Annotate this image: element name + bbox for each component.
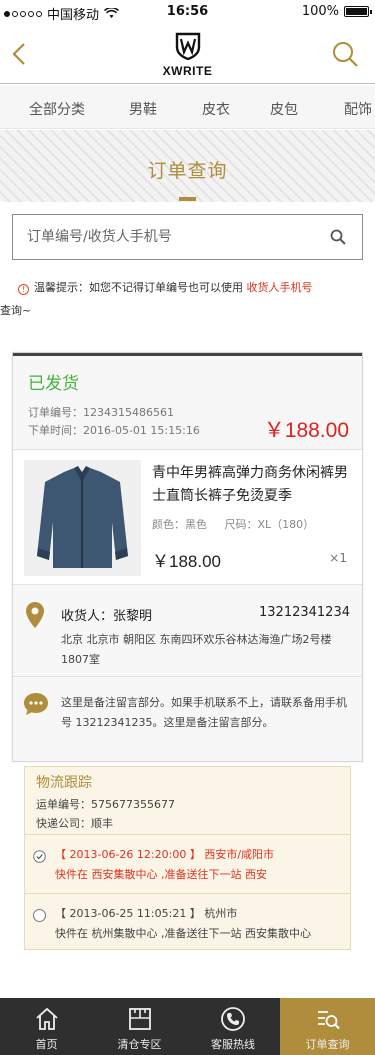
battery-percent: 100% <box>301 4 339 19</box>
shield-logo-icon <box>175 32 200 61</box>
order-search-box <box>12 214 363 260</box>
tab-clearance[interactable]: 清仓专区 <box>93 998 186 1055</box>
logo-text: XWRITE <box>162 64 213 78</box>
category-accessories[interactable]: 配饰 <box>344 99 372 119</box>
check-circle-icon <box>33 850 46 863</box>
step-detail: 快件在 西安集散中心 ,准备送往下一站 西安 <box>55 868 267 881</box>
step-time: 【 2013-06-26 12:20:00 】 西安市/咸阳市 <box>55 848 275 861</box>
category-mens-shoes[interactable]: 男鞋 <box>129 99 157 119</box>
location-icon <box>26 602 44 628</box>
step-time: 【 2013-06-25 11:05:21 】 杭州市 <box>55 907 238 920</box>
category-nav: 全部分类 男鞋 皮衣 皮包 配饰 <box>0 85 375 129</box>
warning-icon: ! <box>18 284 29 295</box>
order-no-label: 订单编号： <box>28 406 83 419</box>
magnifier-icon[interactable] <box>330 229 346 245</box>
product-color: 颜色：黑色 <box>152 518 207 531</box>
order-card: 已发货 订单编号：1234315486561 下单时间：2016-05-01 1… <box>12 352 363 762</box>
order-no: 1234315486561 <box>83 406 174 419</box>
logistics-title: 物流跟踪 <box>36 775 92 791</box>
order-time-label: 下单时间： <box>28 424 83 437</box>
battery-icon <box>344 6 372 17</box>
message-text: 这里是备注留言部分。如果手机联系不上，请联系备用手机号 13212341235。… <box>61 696 347 729</box>
search-icon[interactable] <box>331 40 359 68</box>
product-size: 尺码：XL（180） <box>224 518 315 531</box>
product-spec: 颜色：黑色 尺码：XL（180） <box>152 516 314 532</box>
order-status: 已发货 <box>28 374 79 394</box>
chat-icon <box>24 693 48 715</box>
tab-label: 订单查询 <box>305 1038 350 1051</box>
product-qty: ×1 <box>329 551 347 565</box>
jacket-image <box>24 460 141 576</box>
logistics-info: 运单编号：575677355677 快递公司：顺丰 <box>36 795 175 833</box>
order-meta: 订单编号：1234315486561 下单时间：2016-05-01 15:15… <box>28 404 200 440</box>
receiver-name: 收货人：张黎明 <box>61 609 153 624</box>
tab-label: 客服热线 <box>211 1038 255 1051</box>
tab-order-search[interactable]: 订单查询 <box>280 998 375 1055</box>
receiver-phone[interactable]: 13212341234 <box>259 605 350 620</box>
product-price: ￥188.00 <box>152 552 221 571</box>
circle-icon <box>33 909 46 922</box>
receiver-info: 收货人：张黎明 13212341234 北京 北京市 朝阳区 东南四环欢乐谷林达… <box>13 597 362 677</box>
tip-highlight: 收货人手机号 <box>246 281 313 294</box>
category-leather-bag[interactable]: 皮包 <box>270 99 298 119</box>
tip-text: 温馨提示：如您不记得订单编号也可以使用 <box>34 281 247 294</box>
home-icon <box>35 1007 58 1030</box>
order-total: ￥188.00 <box>263 419 349 442</box>
brand-logo[interactable]: XWRITE <box>153 32 223 78</box>
bottom-tab-bar: 首页 清仓专区 客服热线 订单查询 <box>0 998 375 1055</box>
phone-icon <box>221 1007 245 1031</box>
step-detail: 快件在 杭州集散中心 ,准备送往下一站 西安集散中心 <box>55 927 311 940</box>
search-tip: ! 温馨提示：如您不记得订单编号也可以使用 收货人手机号 查询~ <box>0 276 358 322</box>
receiver-address: 北京 北京市 朝阳区 东南四环欢乐谷林达海渔广场2号楼1807室 <box>61 633 332 666</box>
divider <box>25 893 350 894</box>
order-message: 这里是备注留言部分。如果手机联系不上，请联系备用手机号 13212341235。… <box>13 683 362 753</box>
order-search-input[interactable] <box>27 215 327 259</box>
card-top-line <box>13 353 362 356</box>
back-icon[interactable] <box>8 40 32 68</box>
product-image[interactable] <box>24 460 141 576</box>
category-leather-jacket[interactable]: 皮衣 <box>202 99 230 119</box>
category-all[interactable]: 全部分类 <box>29 99 85 119</box>
tab-label: 首页 <box>35 1038 58 1051</box>
grid-icon <box>128 1008 151 1030</box>
tab-label: 清仓专区 <box>117 1038 162 1051</box>
divider <box>25 834 350 835</box>
logistics-panel: 物流跟踪 运单编号：575677355677 快递公司：顺丰 【 2013-06… <box>24 766 351 950</box>
product-item[interactable]: 青中年男裤高弹力商务休闲裤男士直筒长裤子免烫夏季 颜色：黑色 尺码：XL（180… <box>13 449 362 585</box>
tab-hotline[interactable]: 客服热线 <box>186 998 280 1055</box>
page-title: 订单查询 <box>147 160 228 182</box>
status-bar: 中国移动 16:56 100% <box>0 0 375 24</box>
page-banner: 订单查询 <box>0 130 375 202</box>
order-time: 2016-05-01 15:15:16 <box>83 424 200 437</box>
product-name[interactable]: 青中年男裤高弹力商务休闲裤男士直筒长裤子免烫夏季 <box>152 462 352 508</box>
tracking-number: 运单编号：575677355677 <box>36 798 175 811</box>
tab-home[interactable]: 首页 <box>0 998 93 1055</box>
app-header: XWRITE <box>0 24 375 84</box>
courier-company: 快递公司：顺丰 <box>36 817 113 830</box>
title-underline <box>179 197 196 201</box>
order-search-icon <box>317 1011 340 1030</box>
tip-text-end: 查询~ <box>0 304 32 317</box>
